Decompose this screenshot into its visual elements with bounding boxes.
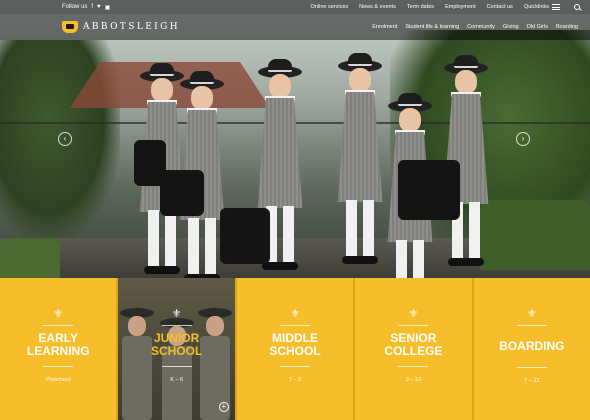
tile-title-line: LEARNING <box>26 344 90 358</box>
school-bag <box>160 170 204 216</box>
divider <box>280 366 311 367</box>
menu-icon <box>552 4 560 10</box>
divider <box>161 366 192 367</box>
link-term-dates[interactable]: Term dates <box>407 4 434 10</box>
hedge <box>0 238 60 278</box>
nav-boarding[interactable]: Boarding <box>556 24 578 30</box>
main-nav: Enrolment Student life & learning Commun… <box>372 24 578 30</box>
quicklinks-button[interactable]: Quicklinks <box>524 4 560 10</box>
school-bag <box>398 160 460 220</box>
plus-circle-icon[interactable]: + <box>218 402 229 412</box>
tile-subtitle: K – 6 <box>170 377 184 383</box>
tile-title-line: COLLEGE <box>384 344 443 358</box>
link-contact-us[interactable]: Contact us <box>487 4 513 10</box>
twitter-icon[interactable]: ♥ <box>97 4 101 11</box>
tile-early-learning[interactable]: ⚜ EARLY LEARNING Preschool <box>0 278 117 420</box>
divider <box>516 367 547 368</box>
student <box>330 53 390 265</box>
divider <box>280 325 311 326</box>
tile-title-line: SCHOOL <box>150 344 203 358</box>
utility-nav: Online services News & events Term dates… <box>311 4 580 10</box>
nav-old-girls[interactable]: Old Girls <box>527 24 548 30</box>
tile-title: MIDDLE SCHOOL <box>269 332 320 358</box>
tile-title: BOARDING <box>499 340 564 353</box>
tile-middle-school[interactable]: ⚜ MIDDLE SCHOOL 7 – 8 <box>236 278 354 420</box>
school-bag <box>220 208 270 264</box>
tile-boarding[interactable]: ⚜ BOARDING 7 – 12 <box>473 278 590 420</box>
school-sections: ⚜ EARLY LEARNING Preschool ⚜ JUNIOR SCHO… <box>0 278 590 420</box>
tile-senior-college[interactable]: ⚜ SENIOR COLLEGE 9 – 12 <box>355 278 472 420</box>
carousel-next-button[interactable]: › <box>516 132 530 146</box>
hedge <box>480 200 590 270</box>
divider <box>43 325 74 326</box>
divider <box>398 325 429 326</box>
tile-title: EARLY LEARNING <box>27 332 90 358</box>
divider <box>43 366 74 367</box>
tile-junior-school[interactable]: ⚜ JUNIOR SCHOOL K – 6 + <box>118 278 235 420</box>
tile-title: JUNIOR SCHOOL <box>151 332 202 358</box>
facebook-icon[interactable]: f <box>91 4 93 11</box>
divider <box>516 325 547 326</box>
fleur-de-lis-icon: ⚜ <box>408 308 419 320</box>
tile-subtitle: 7 – 12 <box>524 378 540 384</box>
follow-us-label: Follow us <box>62 4 88 10</box>
nav-community[interactable]: Community <box>467 24 495 30</box>
fleur-de-lis-icon: ⚜ <box>290 308 300 320</box>
link-employment[interactable]: Employment <box>445 4 476 10</box>
nav-giving[interactable]: Giving <box>503 24 519 30</box>
instagram-icon[interactable]: ▣ <box>105 4 111 11</box>
tile-title-line: SCHOOL <box>269 344 321 358</box>
tile-subtitle: Preschool <box>45 377 71 383</box>
nav-enrolment[interactable]: Enrolment <box>372 24 397 30</box>
link-online-services[interactable]: Online services <box>311 4 349 10</box>
fleur-de-lis-icon: ⚜ <box>53 308 64 320</box>
fleur-de-lis-icon: ⚜ <box>171 308 182 320</box>
school-crest-logo[interactable] <box>62 21 78 33</box>
tile-subtitle: 7 – 8 <box>288 377 302 383</box>
social-links: f ♥ ▣ <box>91 4 110 11</box>
brand-name[interactable]: ABBOTSLEIGH <box>83 22 180 32</box>
tile-title-line: BOARDING <box>499 339 565 353</box>
quicklinks-label: Quicklinks <box>523 4 549 10</box>
fleur-de-lis-icon: ⚜ <box>526 308 537 320</box>
hero-image: ‹ › <box>0 0 590 278</box>
nav-student-life[interactable]: Student life & learning <box>405 24 459 30</box>
chevron-right-icon: › <box>521 134 525 143</box>
main-header: ABBOTSLEIGH Enrolment Student life & lea… <box>0 14 590 40</box>
link-news-events[interactable]: News & events <box>359 4 396 10</box>
search-icon[interactable] <box>574 4 580 10</box>
utility-bar: Follow us f ♥ ▣ Online services News & e… <box>0 0 590 14</box>
chevron-left-icon: ‹ <box>63 134 67 143</box>
tile-title: SENIOR COLLEGE <box>384 332 442 358</box>
divider <box>161 325 192 326</box>
divider <box>398 366 429 367</box>
tile-subtitle: 9 – 12 <box>405 377 422 383</box>
carousel-prev-button[interactable]: ‹ <box>58 132 72 146</box>
